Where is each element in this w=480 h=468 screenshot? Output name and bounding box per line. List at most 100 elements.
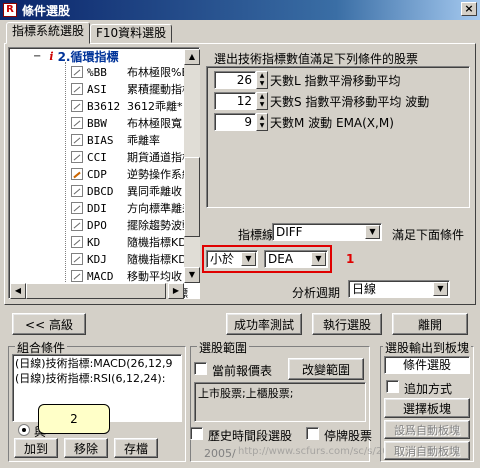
target-value: DEA bbox=[268, 252, 294, 266]
tree-item-code: DDI bbox=[87, 201, 107, 215]
scroll-thumb[interactable] bbox=[184, 157, 200, 237]
indicator-icon bbox=[71, 66, 83, 78]
indicator-line-label: 指標線 bbox=[238, 228, 275, 242]
period-select[interactable]: 日線 ▼ bbox=[348, 280, 450, 298]
tree-item[interactable]: %BB 布林極限%BB bbox=[71, 64, 197, 80]
scroll-down-icon[interactable]: ▼ bbox=[184, 267, 200, 283]
cancel-auto-board-button[interactable]: 取消自動板塊 bbox=[384, 441, 470, 460]
window-titlebar: R 條件選股 × bbox=[0, 0, 480, 20]
indicator-icon bbox=[71, 236, 83, 248]
tree-item-name: 乖離率 bbox=[127, 134, 160, 147]
indicator-icon bbox=[71, 151, 83, 163]
select-board-button[interactable]: 選擇板塊 bbox=[384, 398, 470, 418]
history-label: 歷史時間段選股 bbox=[208, 429, 293, 443]
indicator-icon bbox=[71, 168, 83, 180]
tree-group-row[interactable]: − i 2.循環指標 bbox=[33, 48, 119, 64]
tab-f10-select[interactable]: F10資料選股 bbox=[90, 24, 173, 43]
advanced-button[interactable]: << 高級 bbox=[12, 313, 86, 335]
param-s-label: 天數S 指數平滑移動平均 波動 bbox=[270, 95, 430, 109]
scroll-right-icon[interactable]: ▶ bbox=[168, 283, 184, 299]
add-button[interactable]: 加到 bbox=[14, 438, 58, 458]
range-markets-text: 上市股票;上櫃股票; bbox=[198, 387, 294, 400]
tree-item-name: 3612乖離* bbox=[127, 100, 183, 113]
scroll-left-icon[interactable]: ◀ bbox=[10, 283, 26, 299]
indicator-icon bbox=[71, 202, 83, 214]
tree-item[interactable]: ASI 累積擺動指標 bbox=[71, 81, 193, 97]
indicator-icon bbox=[71, 219, 83, 231]
stop-checkbox[interactable] bbox=[306, 427, 319, 440]
param-s-input[interactable]: 12 bbox=[214, 92, 256, 110]
param-s-spinner[interactable]: ▲ ▼ bbox=[256, 92, 268, 110]
append-checkbox[interactable] bbox=[386, 380, 399, 393]
current-report-label: 當前報價表 bbox=[212, 364, 273, 378]
combo-item[interactable]: (日線)技術指標:RSI(6,12,24): bbox=[13, 372, 181, 385]
execute-button[interactable]: 執行選股 bbox=[312, 313, 382, 335]
tree-item-code: BBW bbox=[87, 116, 107, 130]
param-m-input[interactable]: 9 bbox=[214, 113, 256, 131]
tree-item-code: DPO bbox=[87, 218, 107, 232]
tree-item[interactable]: KDJ 隨機指標KDJ bbox=[71, 251, 190, 267]
tree-item[interactable]: CDP 逆勢操作系統 bbox=[71, 166, 193, 182]
change-range-button[interactable]: 改變範圍 bbox=[288, 358, 364, 380]
annotation-callout-2: 2 bbox=[38, 404, 110, 434]
save-auto-board-button[interactable]: 設爲自動板塊 bbox=[384, 420, 470, 439]
indicator-tree[interactable]: − i 2.循環指標 %BB 布林極限%BB ASI 累積擺動指標 B3612 3612乖… bbox=[8, 47, 200, 299]
range-markets-box: 上市股票;上櫃股票; bbox=[194, 382, 366, 422]
indicator-icon bbox=[71, 270, 83, 282]
tree-item[interactable]: B3612 3612乖離* bbox=[71, 98, 183, 114]
indicator-line-select[interactable]: DIFF ▼ bbox=[272, 223, 382, 241]
tree-vertical-scrollbar[interactable]: ▲ ▼ bbox=[184, 49, 200, 283]
combo-item[interactable]: (日線)技術指標:MACD(26,12,9 bbox=[13, 355, 181, 372]
tree-item-code: MACD bbox=[87, 269, 114, 283]
tree-item[interactable]: BIAS 乖離率 bbox=[71, 132, 160, 148]
output-board-field[interactable]: 條件選股 bbox=[384, 356, 470, 374]
tab-indicator-select[interactable]: 指標系統選股 bbox=[6, 22, 91, 44]
radio-and[interactable] bbox=[18, 424, 30, 436]
tree-horizontal-scrollbar[interactable]: ◀ ▶ bbox=[10, 283, 184, 299]
tree-item-code: ASI bbox=[87, 82, 107, 96]
indicator-icon bbox=[71, 83, 83, 95]
remove-button[interactable]: 移除 bbox=[64, 438, 108, 458]
chevron-down-icon[interactable]: ▼ bbox=[365, 225, 380, 239]
tree-item-code: KD bbox=[87, 235, 101, 249]
operator-select[interactable]: 小於 ▼ bbox=[206, 250, 258, 268]
tree-item-name: 隨機指標KDJ bbox=[127, 253, 190, 266]
tree-item-name: 布林極限寬 bbox=[127, 117, 182, 130]
param-l-input[interactable]: 26 bbox=[214, 71, 256, 89]
tree-item-name: 隨機指標KD bbox=[127, 236, 187, 249]
tree-item[interactable]: DDI 方向標準離差 bbox=[71, 200, 193, 216]
tree-item-code: CCI bbox=[87, 150, 107, 164]
tree-item-code: KDJ bbox=[87, 252, 107, 266]
app-icon: R bbox=[3, 3, 17, 17]
watermark-text: http://www.scfurs.com/sc/s/2005 bbox=[238, 446, 402, 457]
tree-item[interactable]: KD 隨機指標KD bbox=[71, 234, 187, 250]
tree-item[interactable]: CCI 期貨通道指標 bbox=[71, 149, 193, 165]
param-l-spinner[interactable]: ▲ ▼ bbox=[256, 71, 268, 89]
radio-dot bbox=[22, 428, 26, 432]
chevron-down-icon[interactable]: ▼ bbox=[433, 282, 448, 296]
collapse-icon: − bbox=[33, 50, 42, 62]
current-report-checkbox[interactable] bbox=[194, 362, 207, 375]
tree-item[interactable]: BBW 布林極限寬 bbox=[71, 115, 182, 131]
indicator-icon bbox=[71, 253, 83, 265]
close-button[interactable]: × bbox=[461, 2, 477, 16]
leave-button[interactable]: 離開 bbox=[392, 313, 468, 335]
tree-item[interactable]: DPO 擺除趨勢波動 bbox=[71, 217, 193, 233]
param-m-spinner[interactable]: ▲ ▼ bbox=[256, 113, 268, 131]
scroll-up-icon[interactable]: ▲ bbox=[184, 49, 200, 65]
param-m-label: 天數M 波動 EMA(X,M) bbox=[270, 116, 394, 130]
tree-item[interactable]: MACD 移動平均收 bbox=[71, 268, 182, 284]
history-checkbox[interactable] bbox=[190, 427, 203, 440]
chevron-down-icon[interactable]: ▼ bbox=[311, 252, 326, 266]
output-legend: 選股輸出到板塊 bbox=[383, 339, 472, 356]
target-select[interactable]: DEA ▼ bbox=[264, 250, 328, 268]
save-button[interactable]: 存檔 bbox=[114, 438, 158, 458]
tree-item-code: B3612 bbox=[87, 99, 121, 113]
tree-item-code: DBCD bbox=[87, 184, 114, 198]
range-legend: 選股範圍 bbox=[197, 339, 250, 356]
tree-item[interactable]: DBCD 異同乖離收 bbox=[71, 183, 182, 199]
hscroll-thumb[interactable] bbox=[26, 283, 166, 299]
chevron-down-icon[interactable]: ▼ bbox=[241, 252, 256, 266]
success-test-button[interactable]: 成功率測試 bbox=[226, 313, 302, 335]
indicator-line-value: DIFF bbox=[276, 225, 303, 239]
